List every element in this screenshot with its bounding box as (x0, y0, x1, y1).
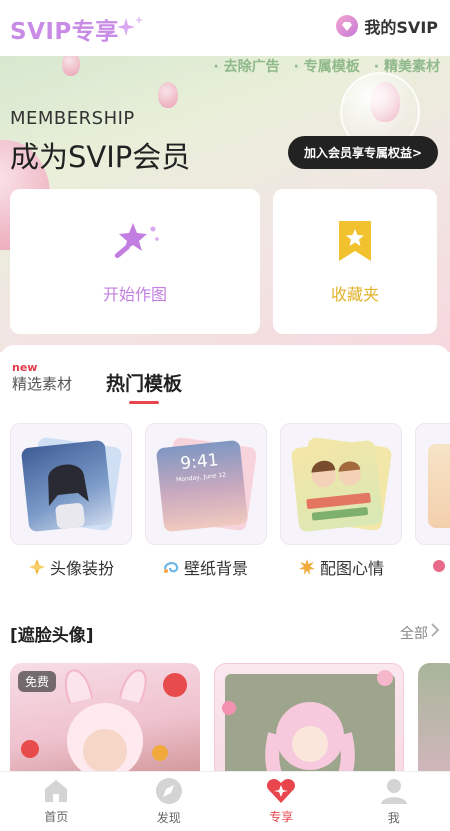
template-caption-mood: 配图心情 (298, 555, 384, 579)
svip-page: SVIP专享 我的SVIP 去除广告 专属模板 精美素材 MEMBERSHIP … (0, 0, 450, 831)
hero-banner: 去除广告 专属模板 精美素材 MEMBERSHIP 成为SVIP会员 加入会员享… (0, 52, 450, 352)
tab-featured-materials[interactable]: 精选素材 (12, 373, 72, 394)
template-card-wallpaper[interactable]: 9:41 Monday, June 12 (145, 423, 267, 545)
content-panel: new 精选素材 热门模板 头像装扮 9:41 Monday, June 12 … (0, 345, 450, 793)
avatar-preview-image (20, 439, 114, 533)
favorites-card[interactable]: 收藏夹 (273, 189, 437, 334)
nav-label: 专享 (269, 810, 294, 824)
sparkle-diamond-icon (29, 559, 45, 575)
bookmark-star-icon (339, 220, 371, 261)
active-tab-indicator (129, 401, 159, 404)
benefit-tag: 精美素材 (374, 56, 440, 76)
nav-label: 首页 (44, 810, 69, 824)
top-bar: SVIP专享 我的SVIP (0, 0, 450, 56)
sparkle-icon (117, 16, 143, 36)
chevron-right-icon[interactable] (430, 622, 440, 638)
tulip-decoration (158, 82, 178, 108)
free-badge: 免费 (18, 671, 57, 692)
my-svip-button[interactable]: 我的SVIP (336, 14, 438, 38)
start-create-card[interactable]: 开始作图 (10, 189, 260, 334)
heart-icon (433, 560, 445, 572)
template-label: 配图心情 (320, 559, 385, 578)
favorites-label: 收藏夹 (330, 284, 379, 304)
nav-label: 发现 (156, 811, 181, 825)
benefit-tags: 去除广告 专属模板 精美素材 (213, 56, 440, 76)
join-membership-button[interactable]: 加入会员享专属权益> (287, 136, 438, 169)
partial-preview-image (428, 444, 450, 528)
magic-wand-icon (114, 222, 159, 258)
benefit-tag: 去除广告 (213, 56, 280, 76)
bottom-nav: 首页 发现 专享 我 (0, 771, 450, 831)
person-icon (380, 779, 407, 804)
template-card-mood[interactable] (280, 423, 402, 545)
wallpaper-preview-image: 9:41 Monday, June 12 (155, 439, 249, 533)
start-create-label: 开始作图 (102, 284, 167, 304)
nav-home[interactable]: 首页 (0, 772, 113, 831)
tab-hot-templates[interactable]: 热门模板 (106, 369, 182, 396)
template-caption-wallpaper: 壁纸背景 (162, 555, 248, 579)
template-caption-avatar: 头像装扮 (28, 555, 114, 579)
hero-title: 成为SVIP会员 (10, 140, 191, 174)
compass-icon (155, 778, 182, 804)
section-title: [遮脸头像] (10, 626, 94, 646)
diamond-icon (336, 15, 359, 37)
benefit-tag: 专属模板 (294, 56, 360, 76)
template-label: 头像装扮 (50, 559, 115, 578)
template-card-partial[interactable] (415, 423, 450, 545)
view-all-link[interactable]: 全部 (400, 623, 428, 643)
home-icon (45, 780, 68, 802)
nav-exclusive[interactable]: 专享 (225, 772, 338, 831)
membership-label: MEMBERSHIP (10, 108, 135, 129)
nav-me[interactable]: 我 (338, 772, 450, 831)
nav-label: 我 (387, 811, 400, 825)
nav-discover[interactable]: 发现 (113, 772, 226, 831)
swirl-icon (163, 562, 179, 573)
mood-preview-image (290, 439, 384, 533)
diamond-heart-icon (267, 779, 296, 803)
brand-title: SVIP专享 (10, 19, 119, 45)
burst-icon (299, 559, 315, 575)
template-card-avatar[interactable] (10, 423, 132, 545)
template-label: 壁纸背景 (184, 559, 249, 578)
my-svip-label: 我的SVIP (364, 18, 438, 37)
